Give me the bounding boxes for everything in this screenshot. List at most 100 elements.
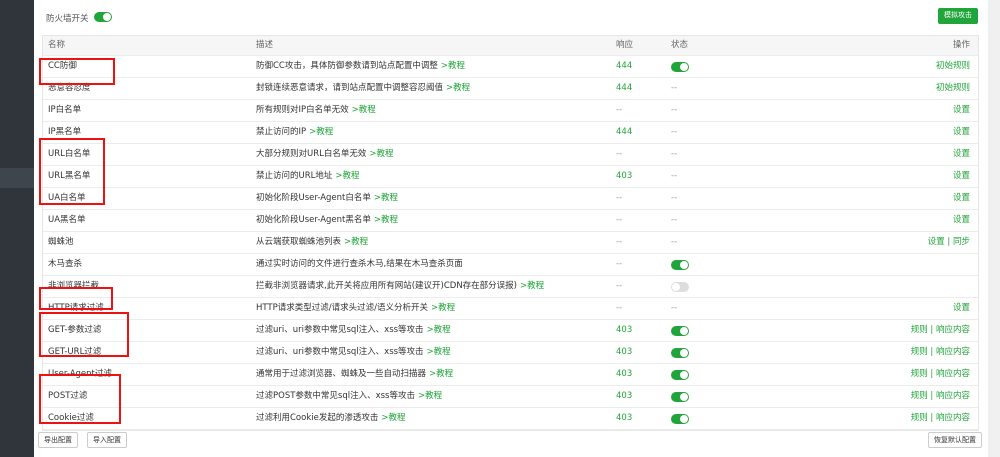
rule-description-text: 初始化阶段User-Agent黑名单 (256, 215, 371, 225)
rule-name: 恶意容忍度 (48, 83, 91, 93)
rule-name: URL黑名单 (48, 171, 91, 181)
status-text: -- (671, 149, 678, 159)
response-code: -- (616, 149, 623, 159)
status-text: -- (671, 105, 678, 115)
table-header: 名称 描述 响应 状态 操作 (43, 36, 978, 56)
rule-description: 过滤uri、uri参数中常见sql注入、xss等攻击 >教程 (256, 342, 451, 363)
response-code: 444 (616, 83, 633, 93)
rule-description: 防御CC攻击，具体防御参数请到站点配置中调整 >教程 (256, 56, 465, 77)
tutorial-link[interactable]: >教程 (431, 303, 455, 313)
rule-description: 从云端获取蜘蛛池列表 >教程 (256, 232, 368, 253)
response-code: -- (616, 215, 623, 225)
table-row: POST过滤 过滤POST参数中常见sql注入、xss等攻击 >教程 403 规则 | … (43, 386, 978, 408)
action-link[interactable]: 初始规则 (936, 56, 970, 77)
status-toggle[interactable] (671, 62, 689, 72)
tutorial-link[interactable]: >教程 (446, 83, 470, 93)
status-toggle[interactable] (671, 392, 689, 402)
action-link[interactable]: 规则 | 响应内容 (911, 386, 970, 407)
action-link[interactable]: 规则 | 响应内容 (911, 364, 970, 385)
rule-description: 初始化阶段User-Agent黑名单 >教程 (256, 210, 398, 231)
rule-name: UA白名单 (48, 193, 86, 203)
rule-description: 通常用于过滤浏览器、蜘蛛及一些自动扫描器 >教程 (256, 364, 453, 385)
table-row: UA黑名单 初始化阶段User-Agent黑名单 >教程 -- -- 设置 (43, 210, 978, 232)
tutorial-link[interactable]: >教程 (427, 347, 451, 357)
import-config-button[interactable]: 导入配置 (87, 432, 127, 448)
tutorial-link[interactable]: >教程 (309, 127, 333, 137)
restore-default-button[interactable]: 恢复默认配置 (928, 432, 982, 448)
response-code: 403 (616, 171, 633, 181)
tutorial-link[interactable]: >教程 (374, 215, 398, 225)
rule-description-text: 过滤uri、uri参数中常见sql注入、xss等攻击 (256, 347, 424, 357)
export-config-button[interactable]: 导出配置 (38, 432, 78, 448)
status-toggle[interactable] (671, 326, 689, 336)
firewall-toggle[interactable] (94, 12, 112, 22)
action-link[interactable]: 规则 | 响应内容 (911, 408, 970, 429)
rule-name: CC防御 (48, 61, 77, 71)
table-row: GET-参数过滤 过滤uri、uri参数中常见sql注入、xss等攻击 >教程 403… (43, 320, 978, 342)
action-link[interactable]: 设置 (953, 122, 970, 143)
status-text: -- (671, 303, 678, 313)
rule-description-text: 过滤uri、uri参数中常见sql注入、xss等攻击 (256, 325, 424, 335)
response-code: -- (616, 193, 623, 203)
rule-name: URL白名单 (48, 149, 91, 159)
action-link[interactable]: 规则 | 响应内容 (911, 320, 970, 341)
status-toggle[interactable] (671, 348, 689, 358)
status-toggle[interactable] (671, 370, 689, 380)
action-link[interactable]: 规则 | 响应内容 (911, 342, 970, 363)
tutorial-link[interactable]: >教程 (441, 61, 465, 71)
rule-name: 非浏览器拦截 (48, 281, 100, 291)
simulate-attack-button[interactable]: 模拟攻击 (938, 8, 978, 24)
rule-description: 过滤利用Cookie发起的渗透攻击 >教程 (256, 408, 405, 429)
rules-table: 名称 描述 响应 状态 操作 CC防御 防御CC攻击，具体防御参数请到站点配置中调… (42, 35, 979, 431)
col-desc: 描述 (256, 40, 274, 50)
response-code: 403 (616, 369, 633, 379)
table-row: Cookie过滤 过滤利用Cookie发起的渗透攻击 >教程 403 规则 | 响应内容 (43, 408, 978, 430)
firewall-switch-label: 防火墙开关 (46, 14, 89, 24)
response-code: 403 (616, 325, 633, 335)
rule-description-text: 禁止访问的URL地址 (256, 171, 333, 181)
sidebar (0, 0, 34, 457)
action-link[interactable]: 设置 (953, 144, 970, 165)
table-row: IP白名单 所有规则对IP白名单无效 >教程 -- -- 设置 (43, 100, 978, 122)
status-text: -- (671, 237, 678, 247)
tutorial-link[interactable]: >教程 (418, 391, 442, 401)
status-toggle[interactable] (671, 282, 689, 292)
action-link[interactable]: 设置 (953, 166, 970, 187)
tutorial-link[interactable]: >教程 (344, 237, 368, 247)
action-link[interactable]: 初始规则 (936, 78, 970, 99)
rule-description: 初始化阶段User-Agent白名单 >教程 (256, 188, 398, 209)
action-link[interactable]: 设置 (953, 210, 970, 231)
table-row: CC防御 防御CC攻击，具体防御参数请到站点配置中调整 >教程 444 初始规则 (43, 56, 978, 78)
rule-name: GET-URL过滤 (48, 347, 102, 357)
firewall-panel: 防火墙开关 模拟攻击 名称 描述 响应 状态 操作 CC防御 防御CC攻击，具体防… (34, 0, 988, 457)
tutorial-link[interactable]: >教程 (335, 171, 359, 181)
tutorial-link[interactable]: >教程 (352, 105, 376, 115)
status-text: -- (671, 83, 678, 93)
status-toggle[interactable] (671, 414, 689, 424)
action-link[interactable]: 设置 (953, 100, 970, 121)
table-row: URL黑名单 禁止访问的URL地址 >教程 403 -- 设置 (43, 166, 978, 188)
status-toggle[interactable] (671, 260, 689, 270)
tutorial-link[interactable]: >教程 (520, 281, 544, 291)
rule-name: IP黑名单 (48, 127, 82, 137)
rule-name: IP白名单 (48, 105, 82, 115)
col-action: 操作 (952, 40, 970, 50)
rule-name: POST过滤 (48, 391, 88, 401)
rule-name: UA黑名单 (48, 215, 86, 225)
rule-description: 所有规则对IP白名单无效 >教程 (256, 100, 376, 121)
tutorial-link[interactable]: >教程 (369, 149, 393, 159)
table-row: UA白名单 初始化阶段User-Agent白名单 >教程 -- -- 设置 (43, 188, 978, 210)
tutorial-link[interactable]: >教程 (381, 413, 405, 423)
action-link[interactable]: 设置 (953, 298, 970, 319)
rule-description-text: 初始化阶段User-Agent白名单 (256, 193, 371, 203)
sidebar-selected-item[interactable] (0, 168, 34, 188)
response-code: 403 (616, 413, 633, 423)
tutorial-link[interactable]: >教程 (374, 193, 398, 203)
action-link[interactable]: 设置 (953, 188, 970, 209)
rule-name: 蜘蛛池 (48, 237, 74, 247)
action-link[interactable]: 设置 | 同步 (928, 232, 970, 253)
tutorial-link[interactable]: >教程 (429, 369, 453, 379)
rule-description-text: 封锁连续恶意请求，请到站点配置中调整容忍阈值 (256, 83, 444, 93)
rule-description: 过滤uri、uri参数中常见sql注入、xss等攻击 >教程 (256, 320, 451, 341)
tutorial-link[interactable]: >教程 (427, 325, 451, 335)
